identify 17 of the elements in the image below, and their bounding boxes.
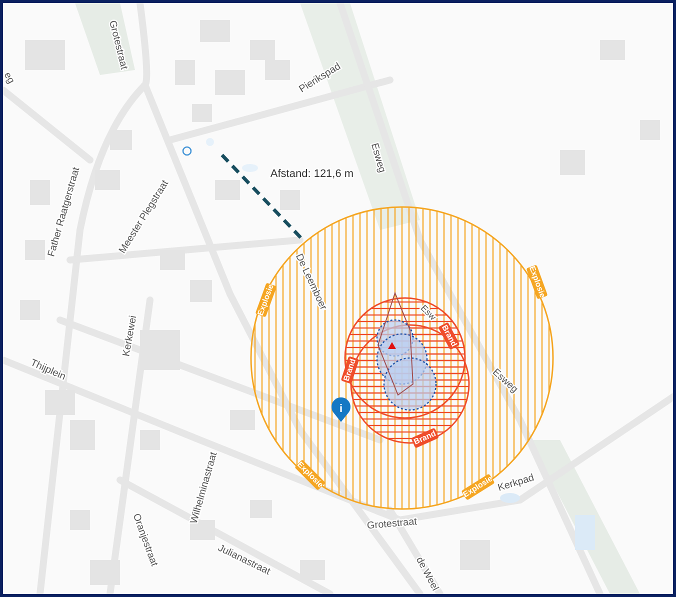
street-label: Kerkewei — [121, 314, 140, 358]
dashed-circle — [383, 357, 437, 411]
pond — [575, 515, 595, 550]
building — [215, 180, 240, 200]
building — [280, 190, 300, 210]
street-label: eg — [3, 70, 16, 86]
street-label: Esweg — [368, 142, 388, 174]
park-area — [75, 3, 135, 75]
info-marker-icon[interactable] — [332, 397, 350, 422]
distance-label: Afstand: 121,6 m — [270, 168, 354, 180]
triangle-marker-icon — [388, 342, 396, 349]
fire-zone-label: Brand — [340, 356, 360, 384]
street-label: Grotestraat — [366, 516, 418, 532]
location-circle-icon — [182, 146, 192, 156]
info-marker-label: i — [339, 402, 343, 415]
street-label: de Weel — [413, 555, 440, 593]
pond — [500, 493, 520, 503]
